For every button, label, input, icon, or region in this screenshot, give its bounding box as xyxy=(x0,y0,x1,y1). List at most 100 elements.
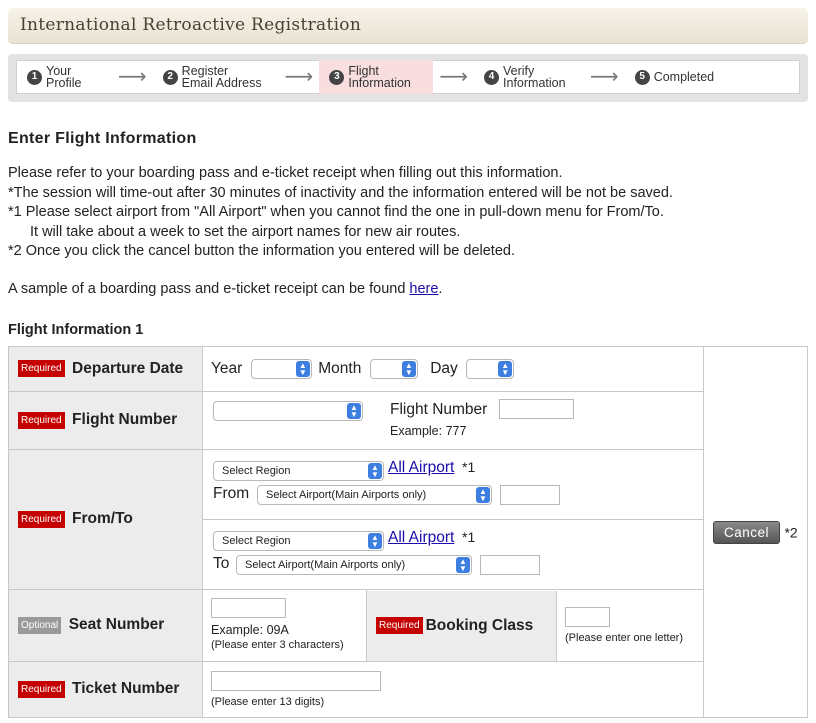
steps-bar: 1 Your Profile ⟶ 2 Register Email Addres… xyxy=(16,60,800,94)
to-code-input[interactable] xyxy=(480,554,540,575)
step-register-email: 2 Register Email Address xyxy=(153,60,279,94)
chevron-updown-icon: ▲ ▼ xyxy=(498,361,513,377)
sample-link[interactable]: here xyxy=(409,281,438,297)
to-region-value: Select Region xyxy=(222,534,291,547)
from-to-label: From/To xyxy=(72,510,133,528)
booking-class-input[interactable] xyxy=(565,606,610,627)
all-airport-link-from[interactable]: All Airport xyxy=(388,459,454,477)
flight-number-header: Required Flight Number xyxy=(8,391,203,450)
sample-text: A sample of a boarding pass and e-ticket… xyxy=(8,281,442,297)
ticket-number-header: Required Ticket Number xyxy=(8,661,203,718)
step-number: 1 xyxy=(27,69,42,85)
required-badge: Required xyxy=(18,510,65,528)
step-label: Flight Information xyxy=(348,64,411,90)
sample-label: A sample of a boarding pass and e-ticket… xyxy=(8,281,410,297)
step-number: 2 xyxy=(162,69,178,85)
step-number: 4 xyxy=(484,69,500,85)
required-badge: Required xyxy=(18,360,65,378)
from-region-select[interactable]: Select Region ▲ ▼ xyxy=(213,460,384,481)
ticket-number-label: Ticket Number xyxy=(72,680,180,698)
step-label: Register Email Address xyxy=(181,64,262,90)
booking-class-hint: (Please enter one letter) xyxy=(565,631,684,644)
note-ref-1: *1 xyxy=(462,528,476,545)
chevron-updown-icon: ▲ ▼ xyxy=(476,486,490,503)
booking-class-header: Required Booking Class xyxy=(367,590,557,661)
ticket-number-hint: (Please enter 13 digits) xyxy=(211,695,325,708)
step-completed: 5 Completed xyxy=(625,60,735,94)
section-title: Enter Flight Information xyxy=(8,130,197,147)
seat-number-example: Example: 09A xyxy=(211,622,289,637)
from-label: From xyxy=(213,484,250,502)
departure-date-header: Required Departure Date xyxy=(8,346,203,392)
flight-number-cell: ▲ ▼ Flight Number Example: 777 xyxy=(202,391,704,450)
airline-select[interactable]: ▲ ▼ xyxy=(213,400,363,421)
seat-number-cell: Example: 09A (Please enter 3 characters) xyxy=(202,589,367,662)
flight-info-table: Required Departure Date Year ▲ ▼ Month ▲ ▼… xyxy=(8,346,808,718)
note-line: *2 Once you click the cancel button the … xyxy=(8,243,515,259)
chevron-updown-icon: ▲ ▼ xyxy=(456,556,470,573)
note-line: *1 Please select airport from "All Airpo… xyxy=(8,204,664,220)
note-line: Please refer to your boarding pass and e… xyxy=(8,165,563,181)
seat-number-hint: (Please enter 3 characters) xyxy=(211,638,344,651)
cancel-note: *2 xyxy=(784,524,798,540)
arrow-right-icon: ⟶ xyxy=(118,66,147,88)
departure-date-cell: Year ▲ ▼ Month ▲ ▼ Day ▲ ▼ xyxy=(202,346,704,392)
year-label: Year xyxy=(211,360,243,377)
to-region-select[interactable]: Select Region ▲ ▼ xyxy=(213,530,384,551)
seat-number-label: Seat Number xyxy=(68,616,165,634)
step-label: Verify Information xyxy=(503,64,566,90)
flight-number-field-label: Flight Number xyxy=(390,400,488,418)
seat-number-header: Optional Seat Number xyxy=(8,589,203,662)
from-cell: Select Region ▲ ▼ All Airport *1 From Sele… xyxy=(202,449,704,520)
cancel-button[interactable]: Cancel xyxy=(713,520,781,544)
step-number: 3 xyxy=(329,69,345,85)
arrow-right-icon: ⟶ xyxy=(590,66,619,88)
step-verify-information: 4 Verify Information xyxy=(474,60,584,94)
departure-date-label: Departure Date xyxy=(72,359,184,377)
cancel-cell: Cancel *2 xyxy=(703,346,808,718)
step-label: Completed xyxy=(653,70,715,84)
chevron-updown-icon: ▲ ▼ xyxy=(368,462,382,479)
note-line: *The session will time-out after 30 minu… xyxy=(8,184,673,201)
optional-badge: Optional xyxy=(18,616,62,634)
from-code-input[interactable] xyxy=(500,484,560,505)
chevron-updown-icon: ▲ ▼ xyxy=(368,532,382,549)
to-airport-value: Select Airport(Main Airports only) xyxy=(245,558,406,571)
month-select[interactable]: ▲ ▼ xyxy=(369,359,418,379)
booking-class-label: Booking Class xyxy=(425,616,534,634)
step-your-profile: 1 Your Profile xyxy=(17,60,112,94)
sample-end: . xyxy=(438,281,443,297)
from-airport-select[interactable]: Select Airport(Main Airports only) ▲ ▼ xyxy=(257,484,492,505)
flight-number-label: Flight Number xyxy=(72,411,178,429)
day-select[interactable]: ▲ ▼ xyxy=(466,359,515,379)
flight-number-input[interactable] xyxy=(499,398,574,419)
flight-info-title: Flight Information 1 xyxy=(8,322,144,338)
from-to-header: Required From/To xyxy=(8,449,203,590)
note-line: It will take about a week to set the air… xyxy=(30,223,461,240)
required-badge: Required xyxy=(18,680,65,698)
to-airport-select[interactable]: Select Airport(Main Airports only) ▲ ▼ xyxy=(236,554,472,575)
page-header: International Retroactive Registration xyxy=(8,8,808,44)
month-label: Month xyxy=(318,360,362,377)
to-cell: Select Region ▲ ▼ All Airport *1 To Select… xyxy=(202,519,704,590)
page-title: International Retroactive Registration xyxy=(20,15,362,35)
required-badge: Required xyxy=(18,411,65,429)
flight-number-example: Example: 777 xyxy=(390,423,467,438)
progress-steps: 1 Your Profile ⟶ 2 Register Email Addres… xyxy=(8,54,808,102)
chevron-updown-icon: ▲ ▼ xyxy=(347,402,361,419)
step-label: Your Profile xyxy=(46,64,82,90)
step-flight-information: 3 Flight Information xyxy=(319,60,434,94)
day-label: Day xyxy=(430,360,458,377)
note-ref-1: *1 xyxy=(462,458,476,475)
from-airport-value: Select Airport(Main Airports only) xyxy=(266,488,427,501)
chevron-updown-icon: ▲ ▼ xyxy=(401,361,416,377)
seat-number-input[interactable] xyxy=(211,597,286,618)
to-label: To xyxy=(213,554,230,572)
arrow-right-icon: ⟶ xyxy=(284,66,314,88)
arrow-right-icon: ⟶ xyxy=(439,66,469,88)
year-select[interactable]: ▲ ▼ xyxy=(250,359,312,379)
step-number: 5 xyxy=(634,69,650,85)
ticket-number-input[interactable] xyxy=(211,670,381,691)
from-region-value: Select Region xyxy=(222,464,291,477)
all-airport-link-to[interactable]: All Airport xyxy=(388,529,454,547)
